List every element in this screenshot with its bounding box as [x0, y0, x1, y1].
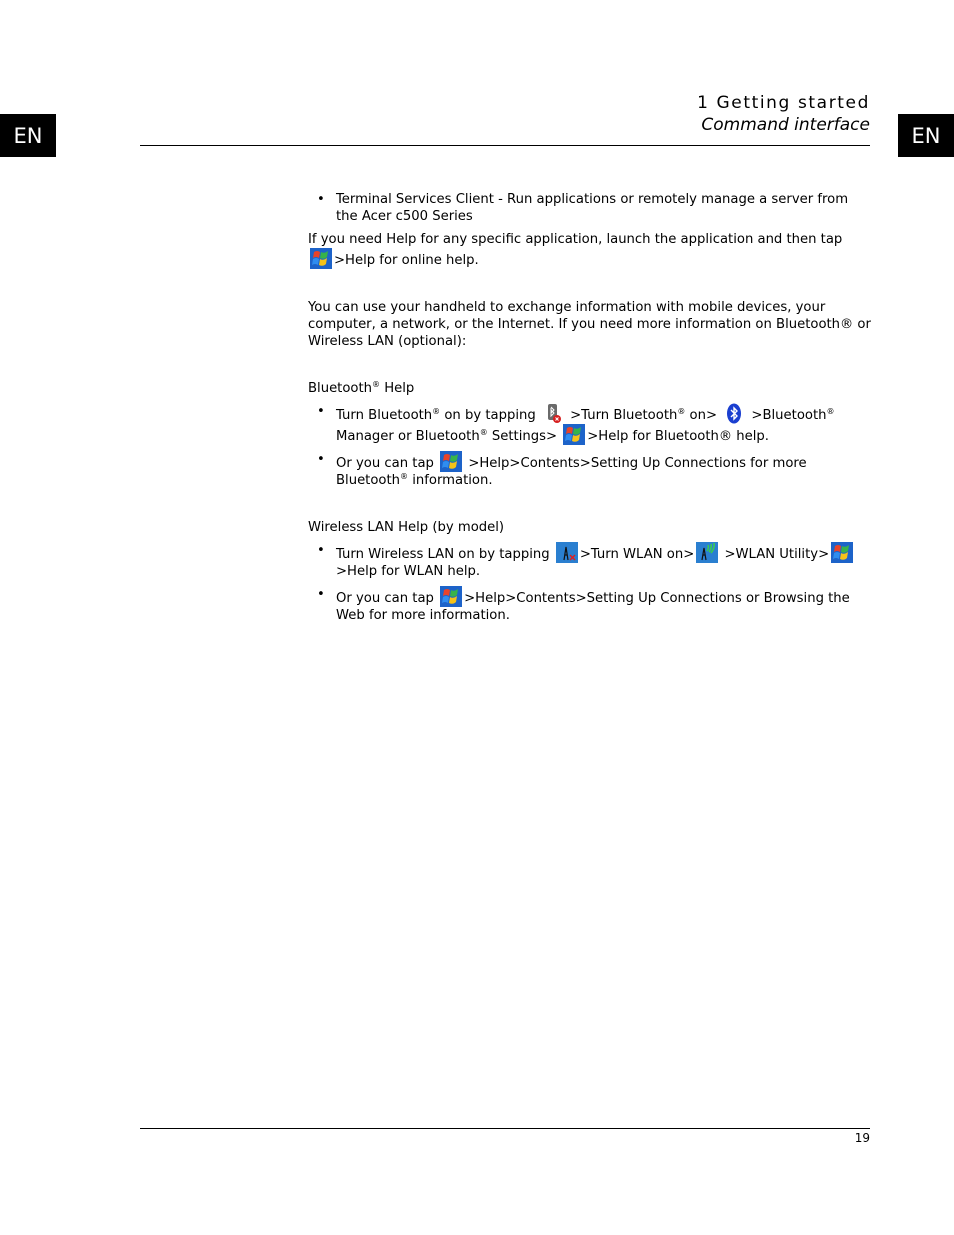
header-divider — [140, 145, 870, 146]
list-item-terminal-services: Terminal Services Client - Run applicati… — [308, 191, 873, 225]
list-item: Turn Wireless LAN on by tapping >Turn WL… — [308, 542, 873, 580]
help-text: If you need Help for any specific applic… — [308, 232, 843, 247]
bt-heading-suffix: Help — [380, 381, 415, 396]
section-title: Command interface — [701, 115, 870, 135]
connect-paragraph: You can use your handheld to exchange in… — [308, 300, 871, 349]
bluetooth-steps: Turn Bluetooth® on by tapping >Turn Blue… — [308, 403, 873, 489]
windows-start-icon — [440, 586, 463, 607]
wlan-steps: Turn Wireless LAN on by tapping >Turn WL… — [308, 542, 873, 624]
registered-mark: ® — [826, 407, 835, 416]
windows-start-icon — [563, 424, 586, 445]
bluetooth-off-icon — [542, 403, 564, 424]
text: Turn Wireless LAN on by tapping — [336, 547, 554, 562]
text: Manager or Bluetooth — [336, 429, 480, 444]
bt-heading-text: Bluetooth — [308, 381, 373, 396]
app-list: Terminal Services Client - Run applicati… — [308, 191, 873, 225]
list-item: Or you can tap >Help>Contents>Setting Up… — [308, 586, 873, 624]
registered-mark: ® — [372, 380, 381, 389]
language-tab-right: EN — [898, 114, 954, 157]
chapter-title: 1 Getting started — [697, 93, 870, 113]
main-content: Terminal Services Client - Run applicati… — [308, 191, 873, 630]
bluetooth-icon — [723, 403, 745, 424]
registered-mark: ® — [400, 472, 409, 481]
text: >Help for Bluetooth® help. — [587, 429, 769, 444]
footer-divider — [140, 1128, 870, 1129]
list-item: Or you can tap >Help>Contents>Setting Up… — [308, 451, 873, 489]
help-text-end: >Help for online help. — [334, 253, 479, 268]
wlan-off-icon — [555, 542, 578, 563]
registered-mark: ® — [432, 407, 441, 416]
list-item: Turn Bluetooth® on by tapping >Turn Blue… — [308, 403, 873, 445]
text: >WLAN Utility> — [720, 547, 830, 562]
registered-mark: ® — [479, 428, 488, 437]
language-tab-left: EN — [0, 114, 56, 157]
text: Turn Bluetooth — [336, 408, 433, 423]
text: >Turn WLAN on> — [579, 547, 695, 562]
windows-start-icon — [440, 451, 463, 472]
text: >Bluetooth — [747, 408, 827, 423]
text: information. — [408, 473, 493, 488]
text: Settings> — [487, 429, 562, 444]
page-header: 1 Getting started Command interface — [697, 93, 870, 136]
bluetooth-heading: Bluetooth® Help — [308, 380, 873, 397]
wlan-heading: Wireless LAN Help (by model) — [308, 520, 505, 535]
text: Or you can tap — [336, 591, 439, 606]
page-number: 19 — [854, 1131, 870, 1145]
text: on> — [685, 408, 722, 423]
windows-start-icon — [831, 542, 854, 563]
text: >Turn Bluetooth — [565, 408, 678, 423]
windows-start-icon — [310, 248, 332, 269]
text: Or you can tap — [336, 456, 439, 471]
list-item-text: Terminal Services Client - Run applicati… — [336, 192, 849, 224]
help-paragraph: If you need Help for any specific applic… — [308, 231, 873, 269]
text: >Help for WLAN help. — [336, 564, 481, 579]
text: on by tapping — [440, 408, 540, 423]
wlan-on-icon — [696, 542, 719, 563]
